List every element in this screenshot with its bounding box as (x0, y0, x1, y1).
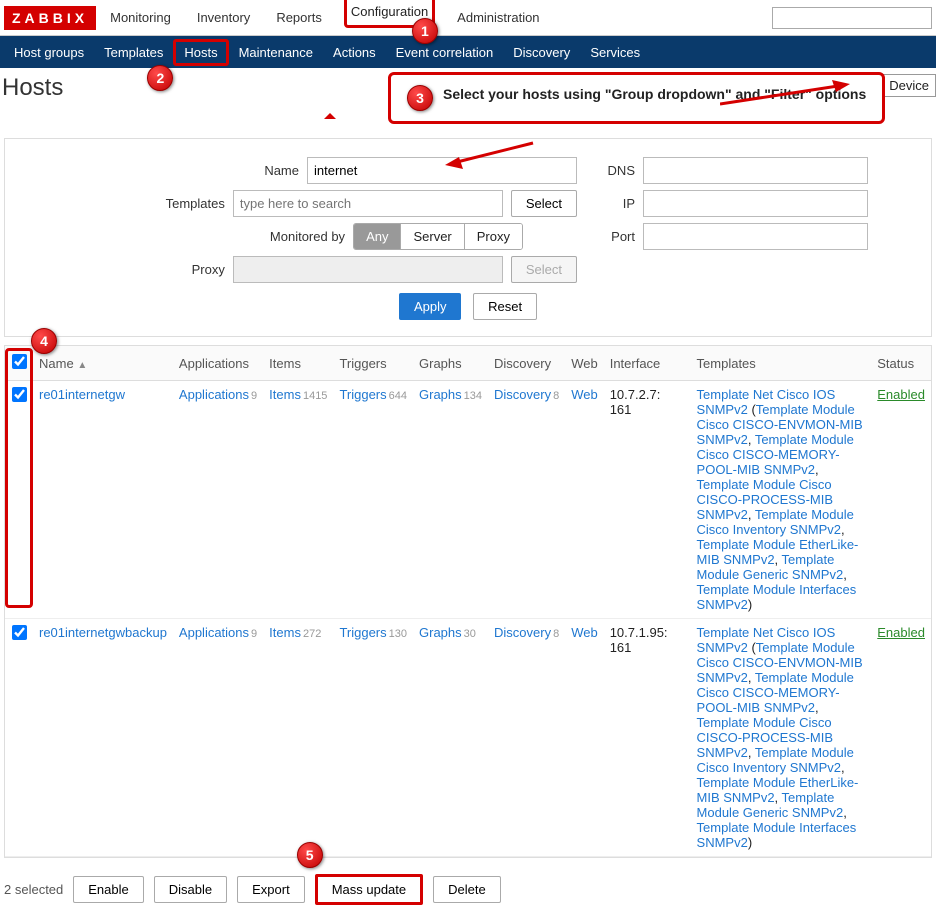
filter-apply-button[interactable]: Apply (399, 293, 462, 320)
subnav-templates[interactable]: Templates (94, 39, 173, 66)
col-web[interactable]: Web (565, 346, 604, 381)
subnav-actions[interactable]: Actions (323, 39, 386, 66)
annotation-arrow-group (720, 80, 850, 110)
filter-ip-input[interactable] (643, 190, 868, 217)
enable-button[interactable]: Enable (73, 876, 143, 903)
triggers-link[interactable]: Triggers (339, 387, 386, 402)
items-link[interactable]: Items (269, 625, 301, 640)
filter-proxy-label: Proxy (135, 262, 225, 277)
filter-reset-button[interactable]: Reset (473, 293, 537, 320)
nav-monitoring[interactable]: Monitoring (106, 4, 175, 31)
filter-templates-label: Templates (135, 196, 225, 211)
status-link[interactable]: Enabled (877, 625, 925, 640)
disable-button[interactable]: Disable (154, 876, 227, 903)
delete-button[interactable]: Delete (433, 876, 501, 903)
interface-cell: 10.7.2.7: 161 (604, 381, 691, 619)
global-search-input[interactable] (772, 7, 932, 29)
col-graphs[interactable]: Graphs (413, 346, 488, 381)
annotation-badge-4: 4 (31, 328, 57, 354)
col-applications[interactable]: Applications (173, 346, 263, 381)
template-sublink[interactable]: Template Module Interfaces SNMPv2 (697, 582, 857, 612)
filter-proxy-select-button: Select (511, 256, 577, 283)
host-name-link[interactable]: re01internetgw (39, 387, 125, 402)
seg-any[interactable]: Any (354, 224, 401, 249)
filter-dns-label: DNS (595, 163, 635, 178)
mass-update-button[interactable]: Mass update (315, 874, 423, 905)
annotation-badge-5: 5 (297, 842, 323, 868)
col-status[interactable]: Status (871, 346, 931, 381)
export-button[interactable]: Export (237, 876, 305, 903)
nav-inventory[interactable]: Inventory (193, 4, 254, 31)
items-link[interactable]: Items (269, 387, 301, 402)
annotation-arrow-name (445, 141, 535, 169)
group-dropdown[interactable]: Device (882, 74, 936, 97)
col-name[interactable]: Name (39, 356, 74, 371)
nav-administration[interactable]: Administration (453, 4, 543, 31)
seg-proxy[interactable]: Proxy (465, 224, 522, 249)
nav-reports[interactable]: Reports (272, 4, 326, 31)
filter-name-input[interactable] (307, 157, 577, 184)
subnav-hostgroups[interactable]: Host groups (4, 39, 94, 66)
filter-monitored-label: Monitored by (255, 229, 345, 244)
filter-templates-input[interactable] (233, 190, 503, 217)
app-logo: ZABBIX (4, 6, 96, 30)
interface-cell: 10.7.1.95: 161 (604, 619, 691, 857)
filter-dns-input[interactable] (643, 157, 868, 184)
filter-port-input[interactable] (643, 223, 868, 250)
annotation-badge-3: 3 (407, 85, 433, 111)
select-all-checkbox[interactable] (12, 354, 27, 369)
annotation-badge-2: 2 (147, 65, 173, 91)
col-items[interactable]: Items (263, 346, 333, 381)
filter-name-label: Name (209, 163, 299, 178)
table-row: re01internetgw Applications9 Items1415 T… (5, 381, 931, 619)
web-link[interactable]: Web (571, 387, 598, 402)
col-triggers[interactable]: Triggers (333, 346, 413, 381)
host-name-link[interactable]: re01internetgwbackup (39, 625, 167, 640)
table-row: re01internetgwbackup Applications9 Items… (5, 619, 931, 857)
col-interface[interactable]: Interface (604, 346, 691, 381)
filter-proxy-input (233, 256, 503, 283)
row-checkbox[interactable] (12, 387, 27, 402)
subnav-eventcorr[interactable]: Event correlation (386, 39, 504, 66)
subnav-hosts[interactable]: Hosts (173, 39, 228, 66)
col-discovery[interactable]: Discovery (488, 346, 565, 381)
annotation-badge-1: 1 (412, 18, 438, 44)
applications-link[interactable]: Applications (179, 387, 249, 402)
seg-server[interactable]: Server (401, 224, 464, 249)
filter-templates-select-button[interactable]: Select (511, 190, 577, 217)
subnav-discovery[interactable]: Discovery (503, 39, 580, 66)
filter-port-label: Port (595, 229, 635, 244)
subnav-maintenance[interactable]: Maintenance (229, 39, 323, 66)
graphs-link[interactable]: Graphs (419, 387, 462, 402)
page-title: Hosts (0, 74, 63, 102)
discovery-link[interactable]: Discovery (494, 625, 551, 640)
col-templates[interactable]: Templates (691, 346, 872, 381)
web-link[interactable]: Web (571, 625, 598, 640)
discovery-link[interactable]: Discovery (494, 387, 551, 402)
hosts-table: 4 Name ▲ Applications Items Triggers Gra… (4, 345, 932, 858)
filter-collapse-icon[interactable] (324, 113, 336, 119)
row-checkbox[interactable] (12, 625, 27, 640)
graphs-link[interactable]: Graphs (419, 625, 462, 640)
selected-count: 2 selected (4, 882, 63, 897)
filter-ip-label: IP (595, 196, 635, 211)
filter-panel: Name DNS Templates Select IP Monitored b… (4, 138, 932, 337)
applications-link[interactable]: Applications (179, 625, 249, 640)
status-link[interactable]: Enabled (877, 387, 925, 402)
triggers-link[interactable]: Triggers (339, 625, 386, 640)
template-sublink[interactable]: Template Module Interfaces SNMPv2 (697, 820, 857, 850)
subnav-services[interactable]: Services (580, 39, 650, 66)
